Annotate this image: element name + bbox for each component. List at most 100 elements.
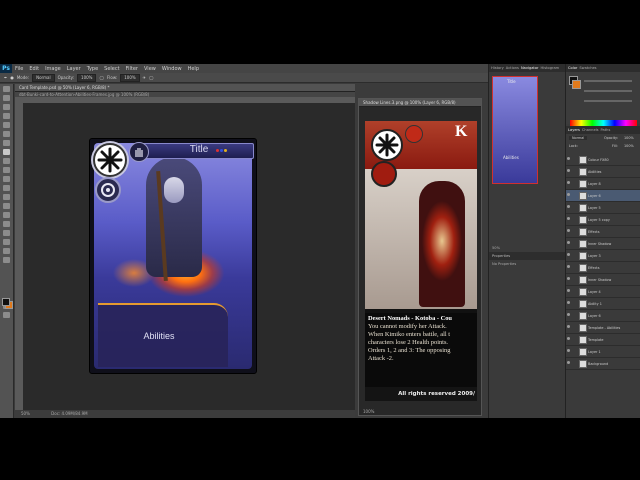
layer-opacity-input[interactable]: 100% [624, 136, 634, 140]
menu-help[interactable]: Help [185, 66, 202, 72]
tab-paths[interactable]: Paths [601, 126, 611, 134]
move-tool-icon[interactable] [3, 86, 10, 92]
opacity-input[interactable]: 100% [77, 73, 97, 82]
document-tab-reference[interactable]: Shadow Lines.3.png @ 100% (Layer 6, RGB/… [359, 99, 481, 107]
reference-zoom-readout[interactable]: 100% [363, 409, 374, 414]
zoom-tool-icon[interactable] [3, 257, 10, 263]
eye-icon[interactable] [567, 169, 570, 172]
layer-row[interactable]: Abilities [566, 166, 640, 178]
menu-filter[interactable]: Filter [123, 66, 141, 72]
crop-tool-icon[interactable] [3, 122, 10, 128]
eraser-tool-icon[interactable] [3, 176, 10, 182]
color-bg-swatch[interactable] [572, 80, 581, 89]
layer-row[interactable]: Effects [566, 226, 640, 238]
eye-icon[interactable] [567, 193, 570, 196]
hand-tool-icon[interactable] [3, 248, 10, 254]
layer-row[interactable]: Template [566, 334, 640, 346]
marquee-tool-icon[interactable] [3, 95, 10, 101]
eye-icon[interactable] [567, 325, 570, 328]
brush-size-icon[interactable]: ● [10, 75, 14, 80]
menu-type[interactable]: Type [84, 66, 101, 72]
menu-file[interactable]: File [12, 66, 26, 72]
eye-icon[interactable] [567, 349, 570, 352]
zoom-readout[interactable]: 50% [21, 411, 30, 416]
layer-row[interactable]: Layer 6 [566, 310, 640, 322]
lasso-tool-icon[interactable] [3, 104, 10, 110]
eye-icon[interactable] [567, 181, 570, 184]
tab-actions[interactable]: Actions [506, 64, 519, 72]
document-tab-main[interactable]: Card Template.psd @ 50% (Layer 6, RGB/8)… [15, 84, 355, 92]
blend-mode-select[interactable]: Normal [569, 136, 588, 140]
brush-tool-icon[interactable] [3, 149, 10, 155]
navigator-zoom[interactable]: 50% [492, 246, 500, 250]
healing-tool-icon[interactable] [3, 140, 10, 146]
layer-row[interactable]: Effects [566, 262, 640, 274]
layer-row[interactable]: Colour FX80 [566, 154, 640, 166]
color-slider-g[interactable] [584, 90, 632, 92]
layer-row[interactable]: Inner Shadow [566, 274, 640, 286]
eye-icon[interactable] [567, 205, 570, 208]
gradient-tool-icon[interactable] [3, 185, 10, 191]
layer-row[interactable]: Template - Abilities [566, 322, 640, 334]
menu-layer[interactable]: Layer [64, 66, 84, 72]
layer-row[interactable]: Background [566, 358, 640, 370]
clone-stamp-tool-icon[interactable] [3, 158, 10, 164]
layer-row[interactable]: Layer 5 copy [566, 214, 640, 226]
tab-histogram[interactable]: Histogram [541, 64, 560, 72]
brush-tool-icon[interactable]: ✒ [4, 75, 7, 80]
properties-panel-header[interactable]: Properties [489, 252, 565, 260]
eye-icon[interactable] [567, 301, 570, 304]
layer-row[interactable]: Inner Shadow [566, 238, 640, 250]
eye-icon[interactable] [567, 277, 570, 280]
foreground-color-swatch[interactable] [2, 298, 10, 306]
eye-icon[interactable] [567, 229, 570, 232]
tab-swatches[interactable]: Swatches [579, 64, 596, 72]
pressure-size-icon[interactable]: ◯ [149, 75, 153, 80]
eye-icon[interactable] [567, 337, 570, 340]
eye-icon[interactable] [567, 241, 570, 244]
tab-channels[interactable]: Channels [582, 126, 599, 134]
path-select-tool-icon[interactable] [3, 230, 10, 236]
card-artwork[interactable]: Title Abilities [89, 138, 257, 374]
shape-tool-icon[interactable] [3, 239, 10, 245]
color-slider-r[interactable] [584, 80, 632, 82]
layer-row[interactable]: Layer 1 [566, 346, 640, 358]
menu-view[interactable]: View [141, 66, 159, 72]
tab-history[interactable]: History [491, 64, 504, 72]
tab-navigator[interactable]: Navigator [521, 64, 539, 72]
fill-input[interactable]: 100% [624, 144, 634, 148]
layer-row[interactable]: Layer 5 [566, 202, 640, 214]
layer-row[interactable]: Layer 3 [566, 250, 640, 262]
eye-icon[interactable] [567, 217, 570, 220]
eyedropper-tool-icon[interactable] [3, 131, 10, 137]
history-brush-tool-icon[interactable] [3, 167, 10, 173]
menu-select[interactable]: Select [101, 66, 122, 72]
layer-row[interactable]: Layer 6 [566, 190, 640, 202]
eye-icon[interactable] [567, 313, 570, 316]
menu-edit[interactable]: Edit [26, 66, 42, 72]
menu-image[interactable]: Image [42, 66, 64, 72]
eye-icon[interactable] [567, 289, 570, 292]
eye-icon[interactable] [567, 361, 570, 364]
pressure-opacity-icon[interactable]: ◯ [99, 75, 103, 80]
layer-row[interactable]: Layer 8 [566, 178, 640, 190]
mode-select[interactable]: Normal [32, 73, 55, 82]
menu-window[interactable]: Window [159, 66, 185, 72]
tab-color[interactable]: Color [568, 64, 577, 72]
blur-tool-icon[interactable] [3, 194, 10, 200]
quick-select-tool-icon[interactable] [3, 113, 10, 119]
tab-layers[interactable]: Layers [568, 126, 580, 134]
pen-tool-icon[interactable] [3, 212, 10, 218]
airbrush-icon[interactable]: ✈ [143, 75, 146, 80]
layer-row[interactable]: Ability 1 [566, 298, 640, 310]
eye-icon[interactable] [567, 265, 570, 268]
color-slider-b[interactable] [584, 100, 632, 102]
eye-icon[interactable] [567, 253, 570, 256]
type-tool-icon[interactable] [3, 221, 10, 227]
flow-input[interactable]: 100% [120, 73, 140, 82]
layer-row[interactable]: Layer 4 [566, 286, 640, 298]
eye-icon[interactable] [567, 157, 570, 160]
dodge-tool-icon[interactable] [3, 203, 10, 209]
navigator-preview[interactable]: Title Abilities [492, 76, 538, 184]
screen-mode-icon[interactable] [3, 312, 10, 318]
